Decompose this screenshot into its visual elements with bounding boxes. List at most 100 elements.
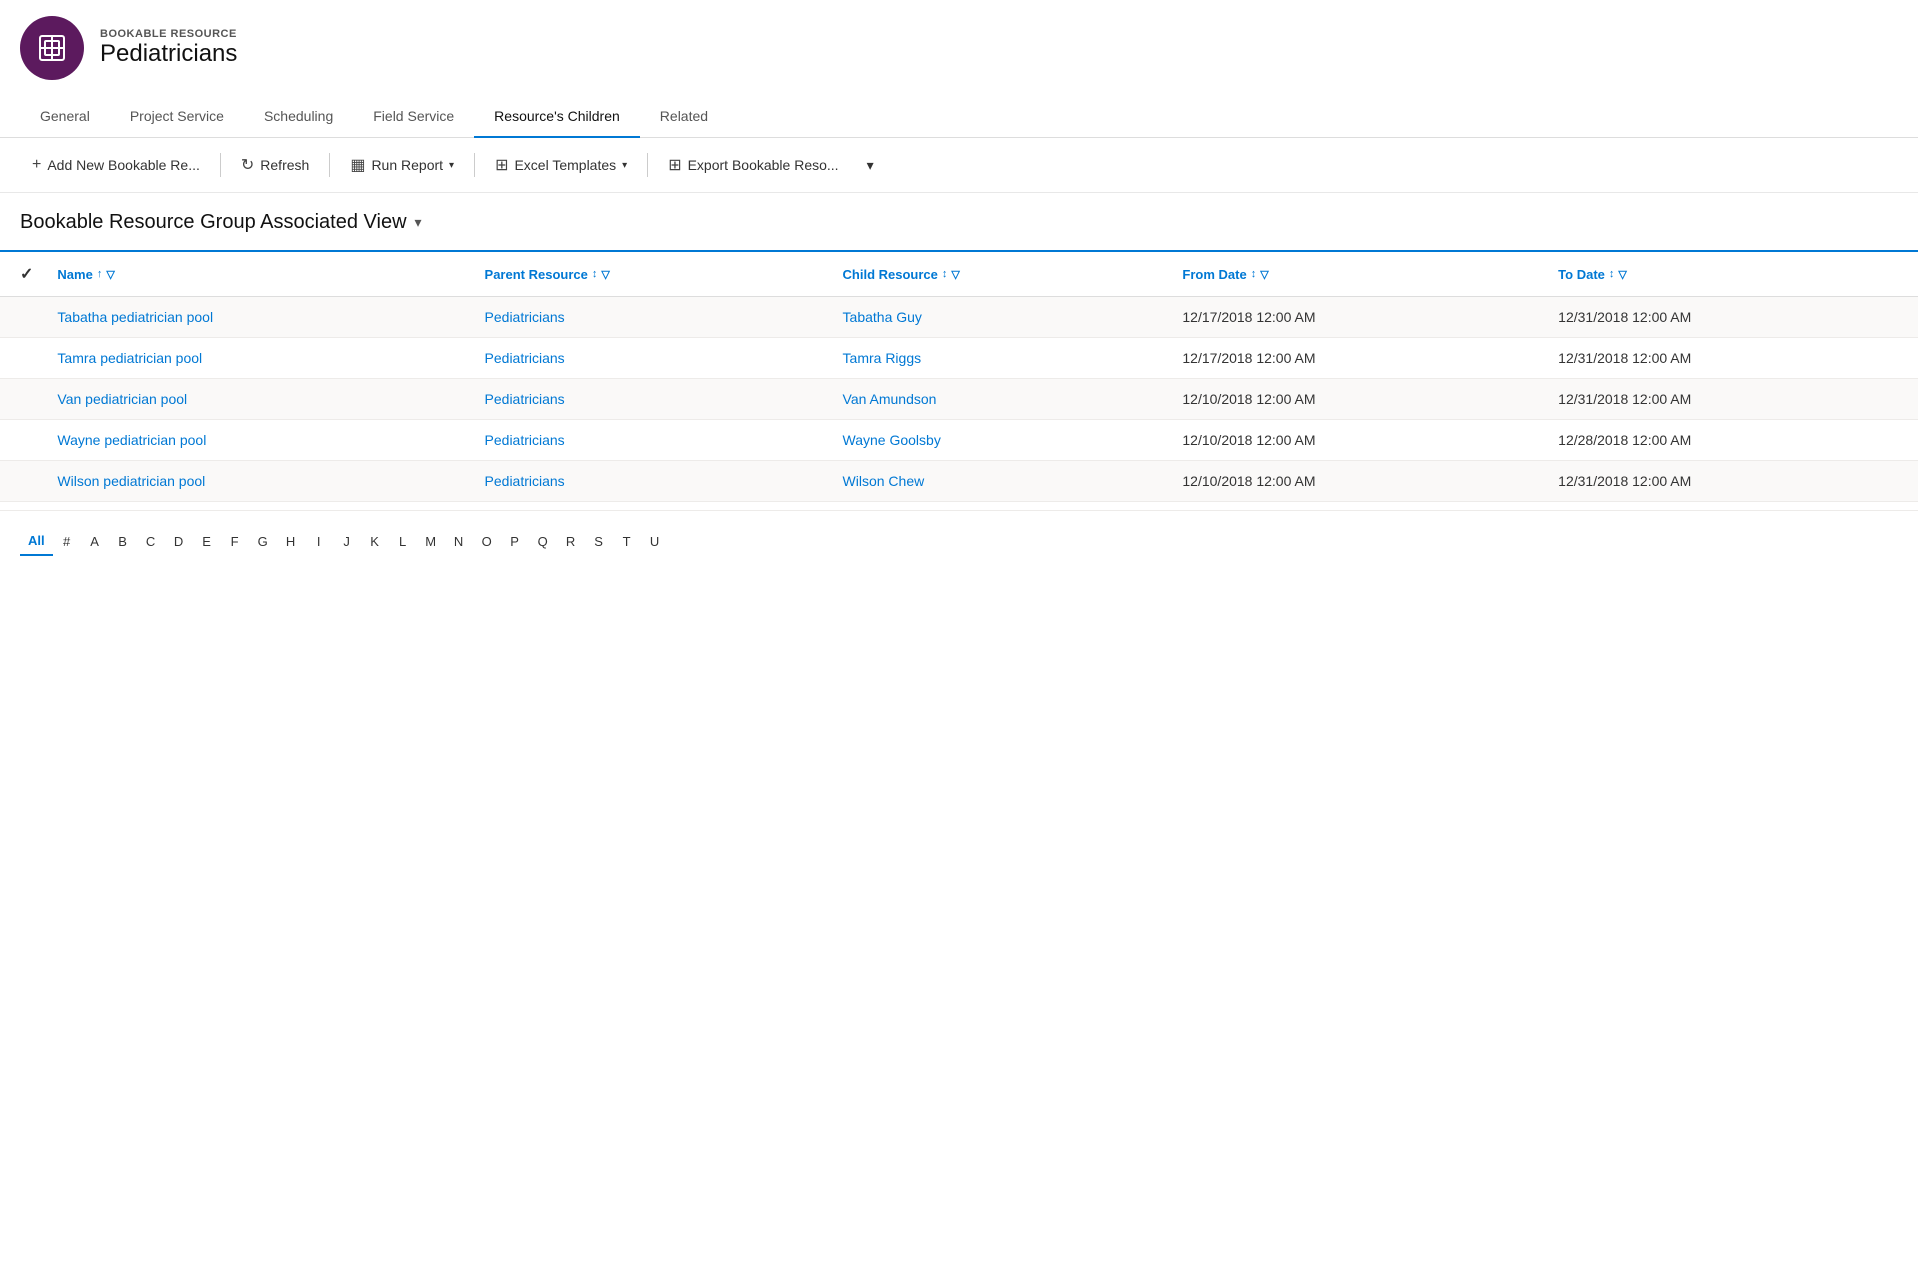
tab-field-service[interactable]: Field Service [353, 96, 474, 138]
col-child-resource[interactable]: Child Resource ↕ ▽ [827, 252, 1167, 297]
table-header-row: ✓ Name ↑ ▽ Parent Resource ↕ ▽ [0, 252, 1918, 297]
excel-templates-button[interactable]: ⊞ Excel Templates ▾ [483, 148, 639, 182]
table-row: Tamra pediatrician poolPediatriciansTamr… [0, 338, 1918, 379]
tab-scheduling[interactable]: Scheduling [244, 96, 353, 138]
excel-icon: ⊞ [495, 155, 508, 175]
row-child-resource[interactable]: Wayne Goolsby [827, 420, 1167, 461]
pager-item-r[interactable]: R [557, 528, 585, 555]
row-from-date: 12/10/2018 12:00 AM [1166, 461, 1542, 502]
tab-project-service[interactable]: Project Service [110, 96, 244, 138]
row-checkbox[interactable] [0, 379, 41, 420]
row-name[interactable]: Van pediatrician pool [41, 379, 468, 420]
col-from-filter[interactable]: ▽ [1260, 268, 1268, 281]
row-parent-resource[interactable]: Pediatricians [469, 297, 827, 338]
pager-item-j[interactable]: J [333, 528, 361, 555]
pager-item-all[interactable]: All [20, 527, 53, 556]
tab-related[interactable]: Related [640, 96, 728, 138]
run-report-label: Run Report [371, 157, 443, 173]
nav-tabs: General Project Service Scheduling Field… [0, 96, 1918, 138]
run-report-icon: ▦ [350, 155, 365, 175]
pager-item-t[interactable]: T [613, 528, 641, 555]
col-from-sort[interactable]: ↕ [1251, 268, 1257, 280]
row-child-resource[interactable]: Wilson Chew [827, 461, 1167, 502]
pager-item-m[interactable]: M [417, 528, 445, 555]
tab-resources-children[interactable]: Resource's Children [474, 96, 640, 138]
pager-item-q[interactable]: Q [529, 528, 557, 555]
col-child-filter[interactable]: ▽ [951, 268, 959, 281]
row-checkbox[interactable] [0, 338, 41, 379]
toolbar-divider-4 [647, 153, 648, 177]
pager-item-#[interactable]: # [53, 528, 81, 555]
col-name-filter[interactable]: ▽ [106, 268, 114, 281]
refresh-button[interactable]: ↻ Refresh [229, 148, 321, 182]
col-name-sort[interactable]: ↑ [97, 268, 103, 280]
col-to-date[interactable]: To Date ↕ ▽ [1542, 252, 1918, 297]
run-report-button[interactable]: ▦ Run Report ▾ [338, 148, 466, 182]
pager-item-h[interactable]: H [277, 528, 305, 555]
excel-templates-chevron: ▾ [622, 160, 627, 171]
pager-item-k[interactable]: K [361, 528, 389, 555]
col-parent-sort[interactable]: ↕ [592, 268, 598, 280]
view-title: Bookable Resource Group Associated View [20, 211, 407, 234]
toolbar: + Add New Bookable Re... ↻ Refresh ▦ Run… [0, 138, 1918, 193]
export-dropdown-button[interactable]: ▾ [855, 150, 886, 181]
row-child-resource[interactable]: Tabatha Guy [827, 297, 1167, 338]
pager-item-o[interactable]: O [473, 528, 501, 555]
pager-item-i[interactable]: I [305, 528, 333, 555]
pager-item-c[interactable]: C [137, 528, 165, 555]
row-parent-resource[interactable]: Pediatricians [469, 379, 827, 420]
pager-item-g[interactable]: G [249, 528, 277, 555]
pager-item-u[interactable]: U [641, 528, 669, 555]
col-parent-resource[interactable]: Parent Resource ↕ ▽ [469, 252, 827, 297]
row-checkbox[interactable] [0, 297, 41, 338]
pager-item-d[interactable]: D [165, 528, 193, 555]
export-button[interactable]: ⊞ Export Bookable Reso... [656, 148, 850, 182]
pager-item-p[interactable]: P [501, 528, 529, 555]
pager-item-l[interactable]: L [389, 528, 417, 555]
table-row: Wilson pediatrician poolPediatriciansWil… [0, 461, 1918, 502]
pager-item-e[interactable]: E [193, 528, 221, 555]
row-name[interactable]: Tabatha pediatrician pool [41, 297, 468, 338]
page-header: BOOKABLE RESOURCE Pediatricians [0, 0, 1918, 96]
row-from-date: 12/17/2018 12:00 AM [1166, 297, 1542, 338]
row-name[interactable]: Tamra pediatrician pool [41, 338, 468, 379]
pager-item-n[interactable]: N [445, 528, 473, 555]
col-child-sort[interactable]: ↕ [942, 268, 948, 280]
toolbar-divider-1 [220, 153, 221, 177]
export-icon: ⊞ [668, 155, 681, 175]
col-name-label: Name [57, 267, 92, 282]
export-dropdown-chevron: ▾ [867, 157, 874, 174]
row-parent-resource[interactable]: Pediatricians [469, 461, 827, 502]
row-name[interactable]: Wilson pediatrician pool [41, 461, 468, 502]
tab-general[interactable]: General [20, 96, 110, 138]
row-checkbox[interactable] [0, 420, 41, 461]
row-to-date: 12/31/2018 12:00 AM [1542, 338, 1918, 379]
select-all-checkbox[interactable]: ✓ [0, 252, 41, 297]
header-title: Pediatricians [100, 40, 237, 68]
row-checkbox[interactable] [0, 461, 41, 502]
add-new-button[interactable]: + Add New Bookable Re... [20, 149, 212, 181]
row-parent-resource[interactable]: Pediatricians [469, 420, 827, 461]
view-title-chevron[interactable]: ▾ [415, 214, 422, 231]
refresh-icon: ↻ [241, 155, 254, 175]
row-parent-resource[interactable]: Pediatricians [469, 338, 827, 379]
pager-item-f[interactable]: F [221, 528, 249, 555]
col-parent-filter[interactable]: ▽ [601, 268, 609, 281]
pager-item-s[interactable]: S [585, 528, 613, 555]
row-from-date: 12/17/2018 12:00 AM [1166, 338, 1542, 379]
col-from-date-label: From Date [1182, 267, 1246, 282]
row-to-date: 12/31/2018 12:00 AM [1542, 461, 1918, 502]
row-child-resource[interactable]: Tamra Riggs [827, 338, 1167, 379]
row-child-resource[interactable]: Van Amundson [827, 379, 1167, 420]
export-label: Export Bookable Reso... [688, 157, 839, 173]
col-name[interactable]: Name ↑ ▽ [41, 252, 468, 297]
row-name[interactable]: Wayne pediatrician pool [41, 420, 468, 461]
pager-item-a[interactable]: A [81, 528, 109, 555]
row-to-date: 12/28/2018 12:00 AM [1542, 420, 1918, 461]
row-from-date: 12/10/2018 12:00 AM [1166, 379, 1542, 420]
col-to-sort[interactable]: ↕ [1609, 268, 1615, 280]
pager-item-b[interactable]: B [109, 528, 137, 555]
run-report-chevron: ▾ [449, 160, 454, 171]
col-to-filter[interactable]: ▽ [1618, 268, 1626, 281]
col-from-date[interactable]: From Date ↕ ▽ [1166, 252, 1542, 297]
